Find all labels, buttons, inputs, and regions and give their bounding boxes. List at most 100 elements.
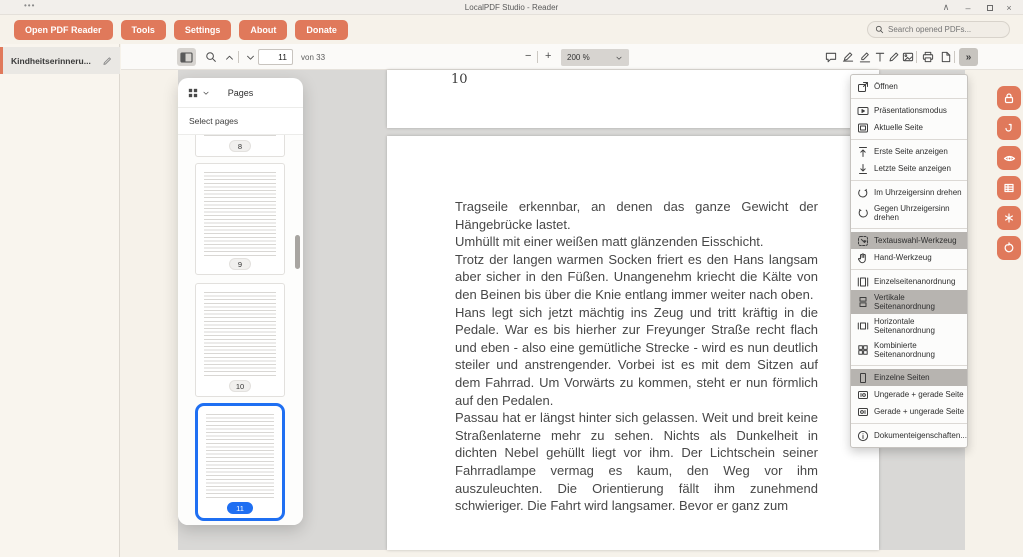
menu-divider [851, 269, 967, 270]
menu-item-label: Gegen Uhrzeigersinn drehen [874, 204, 961, 223]
document-tabs-sidebar: Kindheitserinneru... [0, 44, 120, 557]
even-odd-pages-icon [857, 406, 869, 418]
menu-item-rotate-counterclockwise[interactable]: Gegen Uhrzeigersinn drehen [851, 201, 967, 225]
ocr-tool-button[interactable] [997, 206, 1021, 230]
menu-item-odd-even-pages[interactable]: Ungerade + gerade Seite [851, 386, 967, 403]
edit-pencil-icon[interactable] [102, 56, 112, 66]
rotate-right-tool-button[interactable] [997, 236, 1021, 260]
pages-panel-header: Pages [178, 78, 303, 108]
global-search[interactable] [867, 21, 1010, 38]
menu-item-label: Erste Seite anzeigen [874, 147, 948, 157]
document-tab-kindheitserinnerungen[interactable]: Kindheitserinneru... [0, 47, 120, 74]
window-maximize-button[interactable] [981, 0, 999, 15]
page-11-text: Tragseile erkennbar, an denen das ganze … [455, 198, 818, 515]
toolbar-divider [238, 51, 239, 63]
menu-item-even-odd-pages[interactable]: Gerade + ungerade Seite [851, 403, 967, 420]
select-pages-button[interactable]: Select pages [178, 108, 303, 135]
search-input[interactable] [888, 25, 998, 34]
page-number-input[interactable] [258, 49, 293, 65]
menu-item-label: Hand-Werkzeug [874, 253, 932, 263]
menu-item-current-page[interactable]: Aktuelle Seite [851, 119, 967, 136]
search-icon [875, 25, 884, 34]
page-thumbnail-9[interactable]: 9 [195, 163, 285, 275]
more-tools-button[interactable]: » [959, 48, 978, 66]
window-close-button[interactable]: × [1000, 0, 1018, 15]
signature-tool-button[interactable] [840, 49, 856, 65]
zoom-out-button[interactable]: − [525, 50, 531, 62]
menu-item-label: Vertikale Seitenanordnung [874, 293, 961, 312]
thumbnail-content [204, 172, 276, 256]
menu-item-text-selection-tool[interactable]: Textauswahl-Werkzeug [851, 232, 967, 249]
menu-item-label: Gerade + ungerade Seite [874, 407, 964, 417]
zoom-in-button[interactable]: + [545, 50, 551, 62]
rotate-left-tool-button[interactable] [997, 116, 1021, 140]
arrow-to-top-icon [857, 146, 869, 158]
window-hide-button[interactable]: ∧ [937, 0, 955, 15]
thumbnail-scrollbar[interactable] [295, 235, 300, 269]
pages-panel: Pages Select pages 8 9 10 11 [178, 78, 303, 525]
printer-icon [922, 51, 934, 63]
lock-icon [1003, 92, 1015, 104]
comment-bubble-icon [825, 51, 837, 63]
page-badge: 11 [227, 502, 253, 514]
menu-item-last-page[interactable]: Letzte Seite anzeigen [851, 160, 967, 177]
preview-tool-button[interactable] [997, 146, 1021, 170]
previous-page-button[interactable] [221, 49, 237, 65]
settings-button[interactable]: Settings [174, 20, 232, 40]
page-badge: 10 [229, 380, 251, 392]
window-minimize-button[interactable]: – [959, 0, 977, 15]
pdf-page-10: 10 [387, 70, 879, 128]
menu-item-vertical-arrangement[interactable]: Vertikale Seitenanordnung [851, 290, 967, 314]
tools-button[interactable]: Tools [121, 20, 166, 40]
window-titlebar: ••• LocalPDF Studio - Reader ∧ – × [0, 0, 1023, 15]
thumbnail-list[interactable]: 8 9 10 11 [178, 135, 303, 525]
image-tool-button[interactable] [900, 49, 916, 65]
menu-item-label: Einzelne Seiten [874, 373, 930, 383]
rotate-counterclockwise-icon [857, 207, 869, 219]
find-in-document-button[interactable] [203, 49, 219, 65]
signature-icon [842, 51, 854, 63]
window-title: LocalPDF Studio - Reader [0, 3, 1023, 12]
lock-tool-button[interactable] [997, 86, 1021, 110]
menu-item-document-properties[interactable]: Dokumenteigenschaften... [851, 427, 967, 444]
comment-tool-button[interactable] [823, 49, 839, 65]
menu-item-first-page[interactable]: Erste Seite anzeigen [851, 143, 967, 160]
zoom-level-value: 200 % [567, 53, 590, 62]
highlight-tool-button[interactable] [857, 49, 873, 65]
more-tools-menu: Öffnen Präsentationsmodus Aktuelle Seite… [850, 74, 968, 448]
menu-item-combined-arrangement[interactable]: Kombinierte Seitenanordnung [851, 338, 967, 362]
page-thumbnail-10[interactable]: 10 [195, 283, 285, 397]
maximize-icon [987, 5, 993, 11]
single-pages-icon [857, 372, 869, 384]
organize-pages-tool-button[interactable] [997, 176, 1021, 200]
print-button[interactable] [920, 49, 936, 65]
sidebar-toggle-button[interactable] [177, 48, 196, 66]
menu-divider [851, 365, 967, 366]
reader-toolbar: von 33 − + 200 % » [121, 44, 1023, 70]
menu-item-hand-tool[interactable]: Hand-Werkzeug [851, 249, 967, 266]
menu-divider [851, 139, 967, 140]
page-thumbnail-8[interactable]: 8 [195, 135, 285, 157]
menu-item-rotate-clockwise[interactable]: Im Uhrzeigersinn drehen [851, 184, 967, 201]
next-page-button[interactable] [242, 49, 258, 65]
chevron-down-icon [245, 52, 256, 63]
save-page-button[interactable] [938, 49, 954, 65]
page-thumbnail-11-selected[interactable]: 11 [195, 403, 285, 521]
paragraph: Hans legt sich jetzt mächtig ins Zeug un… [455, 304, 818, 410]
menu-item-label: Einzelseitenanordnung [874, 277, 955, 287]
menu-item-open[interactable]: Öffnen [851, 78, 967, 95]
presentation-icon [857, 105, 869, 117]
menu-item-single-pages[interactable]: Einzelne Seiten [851, 369, 967, 386]
thumbnail-content [204, 292, 276, 378]
toolbar-divider [537, 51, 538, 63]
about-button[interactable]: About [239, 20, 287, 40]
donate-button[interactable]: Donate [295, 20, 348, 40]
menu-item-presentation-mode[interactable]: Präsentationsmodus [851, 102, 967, 119]
rotate-right-icon [1003, 242, 1015, 254]
zoom-level-select[interactable]: 200 % [561, 49, 629, 66]
menu-item-horizontal-arrangement[interactable]: Horizontale Seitenanordnung [851, 314, 967, 338]
menu-item-single-page-arrangement[interactable]: Einzelseitenanordnung [851, 273, 967, 290]
open-pdf-reader-button[interactable]: Open PDF Reader [14, 20, 113, 40]
combined-arrangement-icon [857, 344, 869, 356]
highlighter-icon [859, 51, 871, 63]
